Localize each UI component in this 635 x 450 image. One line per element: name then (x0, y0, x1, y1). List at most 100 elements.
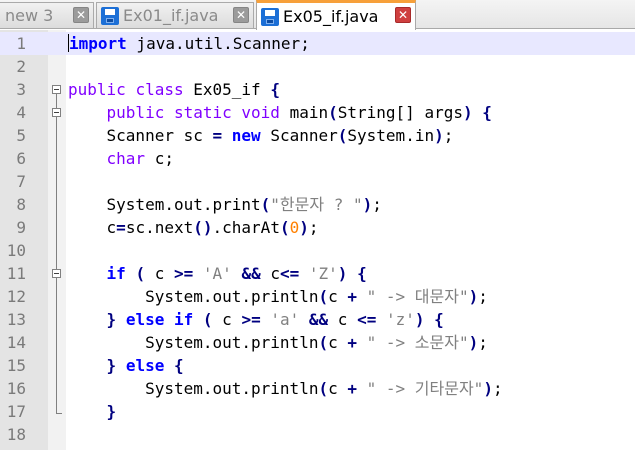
line-number: 8 (16, 195, 26, 214)
operator: && (241, 264, 261, 283)
code-token: main (279, 103, 329, 122)
tab-ex05-if-java[interactable]: Ex05_if.java ✕ (256, 0, 416, 30)
fold-guide (56, 278, 57, 413)
code-text: public class Ex05_if { (68, 78, 280, 101)
tab-ex01-if-java[interactable]: Ex01_if.java ✕ (96, 2, 254, 28)
char-literal: 'z' (385, 310, 415, 329)
code-token: c (260, 264, 280, 283)
code-text: import java.util.Scanner; (68, 32, 310, 55)
fold-collapse-icon[interactable] (52, 85, 61, 94)
code-token: System.out.println (145, 379, 319, 398)
line-number: 16 (6, 379, 26, 398)
code-line[interactable]: 4 public static void main(String[] args)… (0, 101, 635, 124)
code-text: if ( c >= 'A' && c<= 'Z') { (106, 264, 367, 283)
code-line[interactable]: 18 (0, 423, 635, 446)
code-text: System.out.println(c + " -> 기타문자"); (145, 379, 503, 398)
operator: >= (241, 310, 261, 329)
code-text: c=sc.next().charAt(0); (106, 218, 319, 237)
line-number: 4 (16, 103, 26, 122)
close-tab-icon[interactable]: ✕ (395, 7, 411, 23)
operator: = (116, 218, 126, 237)
keyword: public (68, 80, 126, 99)
code-line[interactable]: 16 System.out.println(c + " -> 기타문자"); (0, 377, 635, 400)
code-token: .charAt (212, 218, 280, 237)
string-literal: " -> 대문자" (366, 287, 469, 306)
code-token: String[] args (337, 103, 463, 122)
code-line[interactable]: 3 public class Ex05_if { (0, 78, 635, 101)
tab-new-3[interactable]: new 3 ✕ (0, 2, 94, 28)
line-number: 11 (6, 264, 26, 283)
code-line[interactable]: 8 System.out.print("한문자 ? "); (0, 193, 635, 216)
operator: <= (279, 264, 300, 283)
code-line[interactable]: 17 } (0, 400, 635, 423)
code-line[interactable]: 6 char c; (0, 147, 635, 170)
code-token: Scanner (260, 126, 338, 145)
code-line[interactable]: 9 c=sc.next().charAt(0); (0, 216, 635, 239)
code-token: System.out.println (145, 287, 319, 306)
keyword: else (125, 310, 165, 329)
fold-guide (56, 117, 57, 269)
code-token: c (145, 264, 174, 283)
operator: { (482, 103, 492, 122)
line-number: 12 (6, 287, 26, 306)
keyword: if (173, 310, 194, 329)
line-number: 2 (16, 57, 26, 76)
code-line[interactable]: 14 System.out.println(c + " -> 소문자"); (0, 331, 635, 354)
keyword: public (106, 103, 165, 122)
line-number: 9 (16, 218, 26, 237)
code-text: System.out.println(c + " -> 소문자"); (145, 333, 488, 352)
operator: <= (357, 310, 377, 329)
string-literal: " -> 소문자" (366, 333, 469, 352)
code-editor[interactable]: 1 import java.util.Scanner; 2 3 public c… (0, 30, 635, 450)
char-literal: 'a' (270, 310, 300, 329)
code-line[interactable]: 15 } else { (0, 354, 635, 377)
code-line[interactable]: 12 System.out.println(c + " -> 대문자"); (0, 285, 635, 308)
code-token: System.in (347, 126, 435, 145)
code-line[interactable]: 7 (0, 170, 635, 193)
line-number: 3 (16, 80, 26, 99)
operator: + (347, 287, 357, 306)
code-line[interactable]: 13 } else if ( c >= 'a' && c <= 'z') { (0, 308, 635, 331)
code-token: java.util.Scanner; (126, 34, 310, 53)
operator: + (347, 333, 357, 352)
line-number: 10 (6, 241, 26, 260)
fold-collapse-icon[interactable] (52, 269, 61, 278)
close-tab-icon[interactable]: ✕ (233, 7, 249, 23)
string-literal: "한문자 ? " (270, 195, 363, 214)
tab-label: Ex01_if.java (123, 6, 219, 25)
line-number: 5 (16, 126, 26, 145)
code-text: System.out.print("한문자 ? "); (106, 195, 382, 214)
keyword: import (69, 34, 127, 53)
code-token: System.out.println (145, 333, 319, 352)
keyword: if (106, 264, 126, 283)
keyword: void (241, 103, 280, 122)
char-literal: 'A' (202, 264, 232, 283)
fold-collapse-icon[interactable] (52, 108, 61, 117)
code-text: } else { (106, 356, 184, 375)
save-disk-icon (261, 7, 279, 26)
code-line[interactable]: 5 Scanner sc = new Scanner(System.in); (0, 124, 635, 147)
close-tab-icon[interactable]: ✕ (73, 7, 89, 23)
string-literal: " -> 기타문자" (366, 379, 484, 398)
code-line[interactable]: 11 if ( c >= 'A' && c<= 'Z') { (0, 262, 635, 285)
fold-guide (56, 94, 57, 108)
save-disk-icon (101, 6, 119, 25)
code-token: Ex05_if (183, 80, 271, 99)
code-text: public static void main(String[] args) { (106, 103, 492, 122)
code-line[interactable]: 2 (0, 55, 635, 78)
tab-label: new 3 (5, 6, 54, 25)
tab-label: Ex05_if.java (283, 7, 379, 26)
keyword: else (125, 356, 165, 375)
code-line[interactable]: 10 (0, 239, 635, 262)
code-text: } else if ( c >= 'a' && c <= 'z') { (106, 310, 444, 329)
operator: = (212, 126, 223, 145)
code-token: sc.next (125, 218, 194, 237)
operator: >= (173, 264, 194, 283)
code-token: Scanner sc (106, 126, 213, 145)
code-text: System.out.println(c + " -> 대문자"); (145, 287, 488, 306)
code-line[interactable]: 1 import java.util.Scanner; (0, 32, 635, 55)
code-text: } (106, 402, 117, 421)
line-number: 1 (16, 34, 26, 53)
operator: + (347, 379, 357, 398)
code-token: c (328, 310, 358, 329)
